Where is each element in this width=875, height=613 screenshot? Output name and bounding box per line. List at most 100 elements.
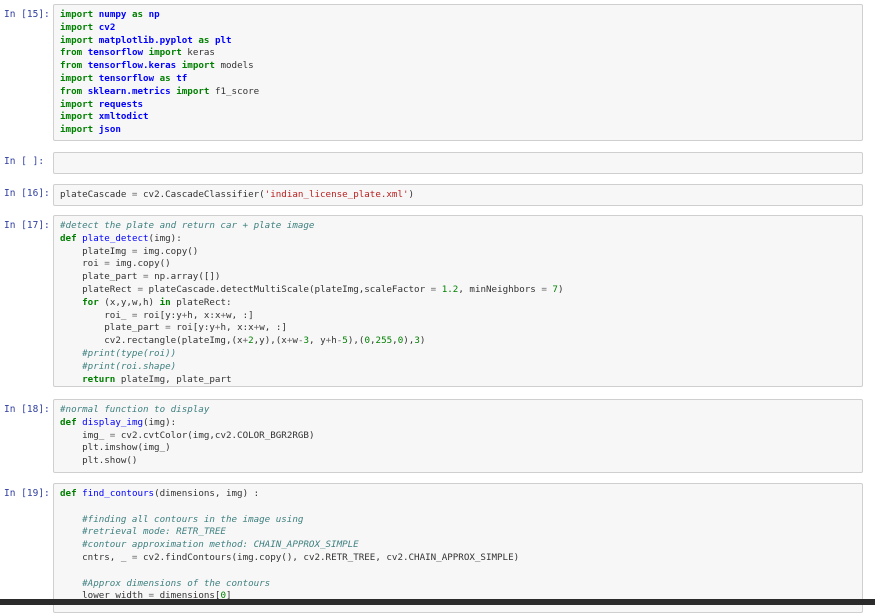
cell-prompt: In [16]:: [4, 188, 50, 199]
code-editor[interactable]: #normal function to display def display_i…: [53, 399, 863, 473]
code-token: #print(type(roi)): [82, 347, 177, 359]
code-text: [60, 157, 858, 170]
bottom-scrollbar-edge: [0, 599, 875, 605]
code-token: plateCascade.detectMultiScale(plateImg,s…: [143, 283, 431, 295]
code-token: plt: [214, 34, 232, 46]
code-token: w, :]: [226, 309, 254, 321]
code-token: def: [60, 416, 77, 428]
code-token: xmltodict: [98, 111, 149, 123]
code-token: tensorflow.keras: [87, 60, 177, 72]
code-token: import: [60, 124, 94, 136]
code-token: import: [60, 111, 94, 123]
code-line: cntrs, _ = cv2.findContours(img.copy(), …: [60, 552, 858, 565]
code-token: np.array([]): [148, 271, 221, 283]
code-token: cv2.rectangle(plateImg,(x: [60, 335, 243, 347]
code-token: ): [408, 189, 415, 200]
code-token: #contour approximation method: CHAIN_APP…: [82, 539, 359, 551]
code-token: plate_part: [60, 271, 143, 283]
code-line: from sklearn.metrics import f1_score: [60, 86, 858, 99]
code-token: 255: [375, 335, 393, 347]
code-cell-19[interactable]: In [19]: def find_contours(dimensions, i…: [0, 483, 875, 613]
code-line: import cv2: [60, 22, 858, 35]
code-token: as: [131, 9, 144, 20]
code-token: models: [214, 60, 254, 72]
code-cell-17[interactable]: In [17]: #detect the plate and return ca…: [0, 215, 875, 387]
code-text: #normal function to display def display_i…: [60, 404, 858, 468]
code-token: matplotlib.pyplot: [98, 34, 193, 46]
code-token: f1_score: [209, 85, 260, 97]
cell-prompt: In [15]:: [4, 9, 50, 20]
code-token: cv2.CascadeClassifier(: [137, 189, 265, 200]
code-token: return: [82, 373, 116, 385]
code-token: def: [60, 232, 77, 244]
code-token: cv2.cvtColor(img,cv2.COLOR_BGR2RGB): [115, 429, 315, 441]
code-editor[interactable]: #detect the plate and return car + plate…: [53, 215, 863, 387]
code-token: plateRect: [60, 283, 138, 295]
code-line: #print(roi.shape): [60, 361, 858, 374]
code-token: 1.2: [441, 283, 459, 295]
cell-prompt: In [ ]:: [4, 156, 45, 167]
code-token: #normal function to display: [60, 404, 210, 415]
code-editor[interactable]: plateCascade = cv2.CascadeClassifier('in…: [53, 184, 863, 206]
code-token: numpy: [98, 9, 127, 20]
code-token: sklearn.metrics: [87, 85, 171, 97]
code-token: img.copy(): [137, 245, 199, 257]
code-token: 'indian_license_plate.xml': [264, 189, 409, 200]
code-line: import tensorflow as tf: [60, 73, 858, 86]
code-line: cv2.rectangle(plateImg,(x+2,y),(x+w-3, y…: [60, 335, 858, 348]
code-token: plateCascade: [60, 189, 132, 200]
code-cell-15[interactable]: In [15]: import numpy as np import cv2 imp…: [0, 4, 875, 141]
code-editor[interactable]: [53, 152, 863, 174]
code-editor[interactable]: import numpy as np import cv2 import matpl…: [53, 4, 863, 141]
code-line: #Approx dimensions of the contours: [60, 578, 858, 591]
code-token: import: [60, 72, 94, 84]
code-text: #detect the plate and return car + plate…: [60, 220, 858, 386]
code-text: def find_contours(dimensions, img) : #fi…: [60, 488, 858, 603]
code-line: plateRect = plateCascade.detectMultiScal…: [60, 284, 858, 297]
code-cell-16[interactable]: In [16]: plateCascade = cv2.CascadeClass…: [0, 184, 875, 206]
code-token: , minNeighbors: [458, 283, 542, 295]
code-cell-empty[interactable]: In [ ]:: [0, 152, 875, 174]
code-token: for: [82, 296, 99, 308]
code-token: h, x:x: [187, 309, 221, 321]
code-token: cv2.findContours(img.copy(), cv2.RETR_TR…: [137, 551, 520, 563]
code-token: w, :]: [259, 322, 287, 334]
code-editor[interactable]: def find_contours(dimensions, img) : #fi…: [53, 483, 863, 613]
code-line: #print(type(roi)): [60, 348, 858, 361]
code-line: for (x,y,w,h) in plateRect:: [60, 297, 858, 310]
code-line: #retrieval mode: RETR_TREE: [60, 526, 858, 539]
code-line: plt.show(): [60, 455, 858, 468]
code-line: #detect the plate and return car + plate…: [60, 220, 858, 233]
code-token: ),(: [347, 335, 365, 347]
code-token: ): [557, 283, 564, 295]
code-token: img_: [60, 429, 110, 441]
code-line: img_ = cv2.cvtColor(img,cv2.COLOR_BGR2RG…: [60, 430, 858, 443]
code-token: requests: [98, 98, 144, 110]
code-token: (img):: [143, 416, 177, 428]
code-line: def display_img(img):: [60, 417, 858, 430]
code-line: def find_contours(dimensions, img) :: [60, 488, 858, 501]
code-token: plt.show(): [60, 455, 138, 467]
code-token: tf: [176, 72, 188, 84]
code-token: import: [176, 85, 210, 97]
code-line: import xmltodict: [60, 111, 858, 124]
code-line: plateCascade = cv2.CascadeClassifier('in…: [60, 189, 858, 202]
code-line: roi = img.copy(): [60, 258, 858, 271]
code-cell-18[interactable]: In [18]: #normal function to display def …: [0, 399, 875, 473]
code-token: #retrieval mode: RETR_TREE: [82, 526, 226, 538]
code-line: import numpy as np: [60, 9, 858, 22]
code-line: #normal function to display: [60, 404, 858, 417]
code-token: roi: [60, 258, 105, 270]
code-line: plt.imshow(img_): [60, 442, 858, 455]
code-token: ,y),(x: [253, 335, 287, 347]
code-token: (x,y,w,h): [98, 296, 160, 308]
